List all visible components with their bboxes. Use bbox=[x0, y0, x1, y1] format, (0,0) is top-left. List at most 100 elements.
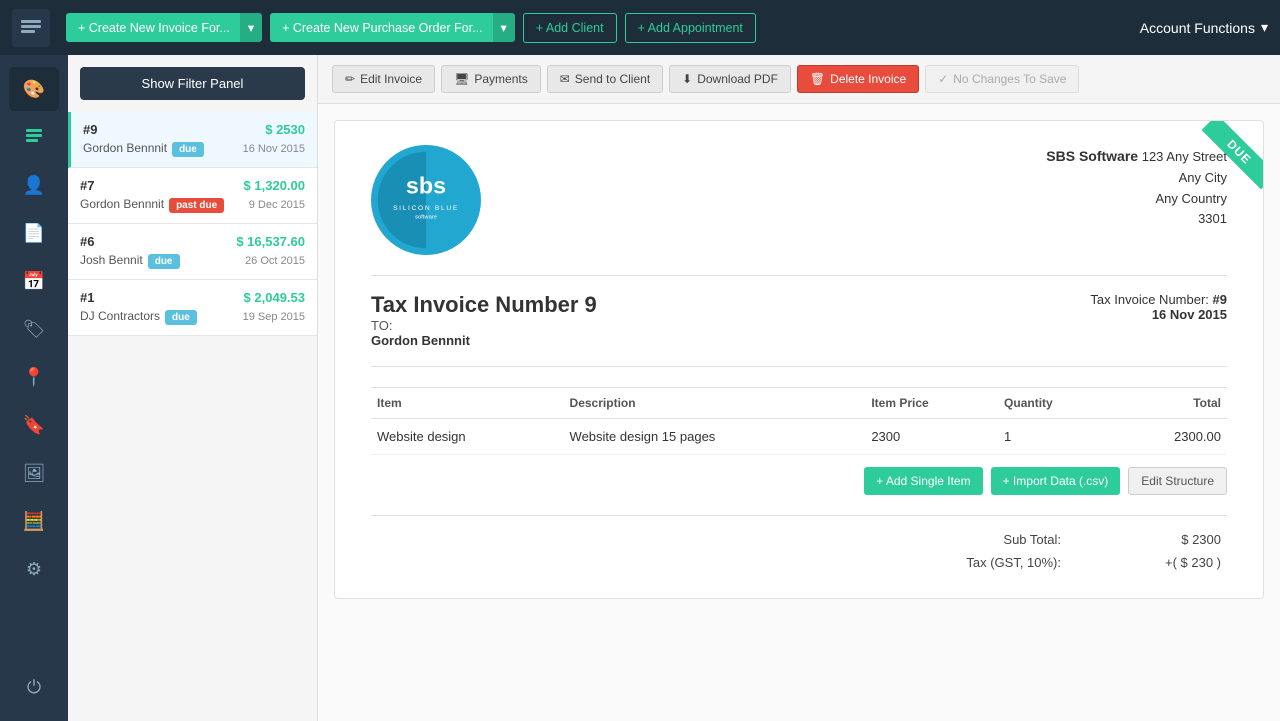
invoice-client: Josh Bennitdue bbox=[80, 253, 180, 269]
svg-text:software: software bbox=[415, 214, 437, 220]
invoice-to: TO: Gordon Bennnit bbox=[371, 318, 597, 348]
sidebar-item-dashboard[interactable]: 🎨 bbox=[9, 67, 59, 111]
tax-value: +( $ 230 ) bbox=[1141, 555, 1221, 570]
main-wrapper: Show Filter Panel #9 $ 2530 Gordon Bennn… bbox=[68, 55, 1280, 721]
status-badge: due bbox=[172, 142, 204, 157]
edit-invoice-button[interactable]: ✏ Edit Invoice bbox=[332, 65, 435, 93]
col-total: Total bbox=[1114, 388, 1227, 419]
company-city: Any City bbox=[1179, 170, 1227, 185]
status-badge: past due bbox=[169, 198, 224, 213]
table-row: Website design Website design 15 pages 2… bbox=[371, 419, 1227, 455]
create-po-dropdown-arrow[interactable]: ▾ bbox=[493, 13, 515, 42]
sidebar-item-gallery[interactable]: 🖼 bbox=[9, 451, 59, 495]
sidebar-item-locations[interactable]: 📍 bbox=[9, 355, 59, 399]
show-filter-panel-button[interactable]: Show Filter Panel bbox=[80, 67, 305, 100]
subtotal-value: $ 2300 bbox=[1141, 532, 1221, 547]
company-name: SBS Software bbox=[1046, 148, 1138, 164]
account-functions-menu[interactable]: Account Functions ▾ bbox=[1140, 19, 1268, 36]
invoice-date: 19 Sep 2015 bbox=[243, 311, 305, 323]
company-postcode: 3301 bbox=[1198, 211, 1227, 226]
sidebar-item-help[interactable]: ⚙ bbox=[9, 547, 59, 591]
send-to-client-button[interactable]: ✉ Send to Client bbox=[547, 65, 663, 93]
invoice-amount: $ 1,320.00 bbox=[244, 178, 305, 193]
invoice-list-item[interactable]: #1 $ 2,049.53 DJ Contractorsdue 19 Sep 2… bbox=[68, 280, 317, 336]
invoice-number: #9 bbox=[83, 122, 97, 137]
item-total: 2300.00 bbox=[1114, 419, 1227, 455]
subtotal-row: Sub Total: $ 2300 bbox=[371, 528, 1227, 551]
col-description: Description bbox=[564, 388, 866, 419]
sidebar-item-calendar[interactable]: 📅 bbox=[9, 259, 59, 303]
add-client-button[interactable]: + Add Client bbox=[523, 13, 617, 43]
create-invoice-dropdown-arrow[interactable]: ▾ bbox=[240, 13, 262, 42]
app-logo bbox=[12, 9, 50, 47]
svg-text:sbs: sbs bbox=[406, 172, 446, 198]
import-csv-button[interactable]: + Import Data (.csv) bbox=[991, 467, 1121, 495]
company-address: SBS Software 123 Any Street Any City Any… bbox=[1046, 145, 1227, 230]
invoice-number: #6 bbox=[80, 234, 94, 249]
no-changes-button: ✓ No Changes To Save bbox=[925, 65, 1079, 93]
company-logo: sbs SILICON BLUE software bbox=[371, 145, 481, 255]
invoice-divider-2 bbox=[371, 366, 1227, 367]
invoice-date: 9 Dec 2015 bbox=[249, 199, 305, 211]
status-badge: due bbox=[165, 310, 197, 325]
invoice-body: DUE sbs SILICON BLUE software S bbox=[334, 120, 1264, 599]
invoice-amount: $ 16,537.60 bbox=[236, 234, 305, 249]
create-po-button[interactable]: + Create New Purchase Order For... ▾ bbox=[270, 13, 515, 42]
sidebar-item-templates[interactable]: 🏷 bbox=[9, 307, 59, 351]
company-street: 123 Any Street bbox=[1142, 149, 1227, 164]
sidebar-item-logout[interactable]: ⏻ bbox=[9, 665, 59, 709]
invoice-list-item[interactable]: #9 $ 2530 Gordon Bennnitdue 16 Nov 2015 bbox=[68, 112, 317, 168]
invoice-detail-panel: ✏ Edit Invoice 🖥 Payments ✉ Send to Clie… bbox=[318, 55, 1280, 721]
invoice-header-row: sbs SILICON BLUE software SBS Software 1… bbox=[371, 145, 1227, 255]
col-item: Item bbox=[371, 388, 564, 419]
item-price: 2300 bbox=[865, 419, 998, 455]
invoice-divider bbox=[371, 275, 1227, 276]
item-description: Website design 15 pages bbox=[564, 419, 866, 455]
status-badge: due bbox=[148, 254, 180, 269]
invoice-number: #7 bbox=[80, 178, 94, 193]
sidebar: 🎨 👤 📄 📅 🏷 📍 🔖 🖼 🧮 ⚙ ⏻ bbox=[0, 55, 68, 721]
invoice-meta-date: 16 Nov 2015 bbox=[1090, 307, 1227, 322]
filter-btn-wrap: Show Filter Panel bbox=[68, 55, 317, 112]
sidebar-item-invoices[interactable] bbox=[9, 115, 59, 159]
col-price: Item Price bbox=[865, 388, 998, 419]
sidebar-item-orders[interactable]: 📄 bbox=[9, 211, 59, 255]
invoice-title: Tax Invoice Number 9 bbox=[371, 292, 597, 318]
create-invoice-button[interactable]: + Create New Invoice For... ▾ bbox=[66, 13, 262, 42]
item-name: Website design bbox=[371, 419, 564, 455]
download-icon: ⬇ bbox=[682, 72, 692, 86]
download-pdf-button[interactable]: ⬇ Download PDF bbox=[669, 65, 791, 93]
invoice-client: DJ Contractorsdue bbox=[80, 309, 197, 325]
sidebar-item-tags[interactable]: 🔖 bbox=[9, 403, 59, 447]
company-country: Any Country bbox=[1155, 191, 1227, 206]
invoice-client-name: Gordon Bennnit bbox=[371, 333, 597, 348]
payments-button[interactable]: 🖥 Payments bbox=[441, 65, 541, 93]
send-icon: ✉ bbox=[560, 72, 570, 86]
payments-icon: 🖥 bbox=[454, 72, 469, 86]
invoice-list-panel: Show Filter Panel #9 $ 2530 Gordon Bennn… bbox=[68, 55, 318, 721]
invoice-list-item[interactable]: #7 $ 1,320.00 Gordon Bennnitpast due 9 D… bbox=[68, 168, 317, 224]
invoice-list-item[interactable]: #6 $ 16,537.60 Josh Bennitdue 26 Oct 201… bbox=[68, 224, 317, 280]
invoice-date: 16 Nov 2015 bbox=[243, 143, 305, 155]
sidebar-item-clients[interactable]: 👤 bbox=[9, 163, 59, 207]
edit-structure-button[interactable]: Edit Structure bbox=[1128, 467, 1227, 495]
items-table: Item Description Item Price Quantity Tot… bbox=[371, 387, 1227, 455]
check-icon: ✓ bbox=[938, 72, 948, 86]
invoice-meta-number: Tax Invoice Number: #9 bbox=[1090, 292, 1227, 307]
edit-icon: ✏ bbox=[345, 72, 355, 86]
invoice-client: Gordon Bennnitdue bbox=[83, 141, 204, 157]
sidebar-item-calculator[interactable]: 🧮 bbox=[9, 499, 59, 543]
top-nav: + Create New Invoice For... ▾ + Create N… bbox=[0, 0, 1280, 55]
delete-invoice-button[interactable]: 🗑 Delete Invoice bbox=[797, 65, 919, 93]
invoice-number: #1 bbox=[80, 290, 94, 305]
items-actions: + Add Single Item + Import Data (.csv) E… bbox=[371, 455, 1227, 507]
item-quantity: 1 bbox=[998, 419, 1114, 455]
col-quantity: Quantity bbox=[998, 388, 1114, 419]
add-single-item-button[interactable]: + Add Single Item bbox=[864, 467, 982, 495]
invoice-amount: $ 2,049.53 bbox=[244, 290, 305, 305]
trash-icon: 🗑 bbox=[810, 72, 825, 86]
add-appointment-button[interactable]: + Add Appointment bbox=[625, 13, 756, 43]
invoice-title-row: Tax Invoice Number 9 TO: Gordon Bennnit … bbox=[371, 292, 1227, 350]
svg-text:SILICON BLUE: SILICON BLUE bbox=[393, 205, 459, 212]
invoice-client: Gordon Bennnitpast due bbox=[80, 197, 224, 213]
